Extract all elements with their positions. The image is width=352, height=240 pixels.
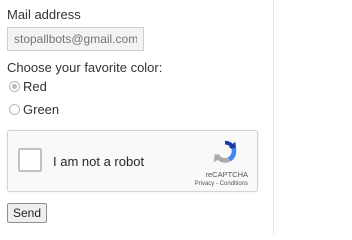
recaptcha-checkbox[interactable] bbox=[18, 148, 42, 172]
radio-red-label: Red bbox=[23, 79, 47, 94]
radio-red[interactable] bbox=[9, 81, 20, 92]
color-option-green[interactable]: Green bbox=[9, 102, 59, 117]
recaptcha-links[interactable]: Privacy - Conditions bbox=[195, 181, 248, 187]
send-button[interactable]: Send bbox=[7, 203, 48, 223]
page: Mail address Choose your favorite color:… bbox=[0, 0, 352, 235]
recaptcha-logo-icon bbox=[213, 140, 237, 163]
color-option-red[interactable]: Red bbox=[9, 79, 47, 94]
recaptcha-label: I am not a robot bbox=[53, 154, 145, 169]
recaptcha-widget: I am not a robot reCAPTCHA Privacy - Con… bbox=[7, 130, 258, 192]
recaptcha-brand: reCAPTCHA bbox=[205, 170, 248, 179]
radio-green-label: Green bbox=[23, 102, 60, 117]
email-label: Mail address bbox=[7, 7, 81, 22]
email-field[interactable] bbox=[7, 27, 144, 51]
color-question-label: Choose your favorite color: bbox=[7, 60, 163, 75]
radio-green[interactable] bbox=[9, 104, 20, 115]
right-divider bbox=[273, 0, 274, 235]
